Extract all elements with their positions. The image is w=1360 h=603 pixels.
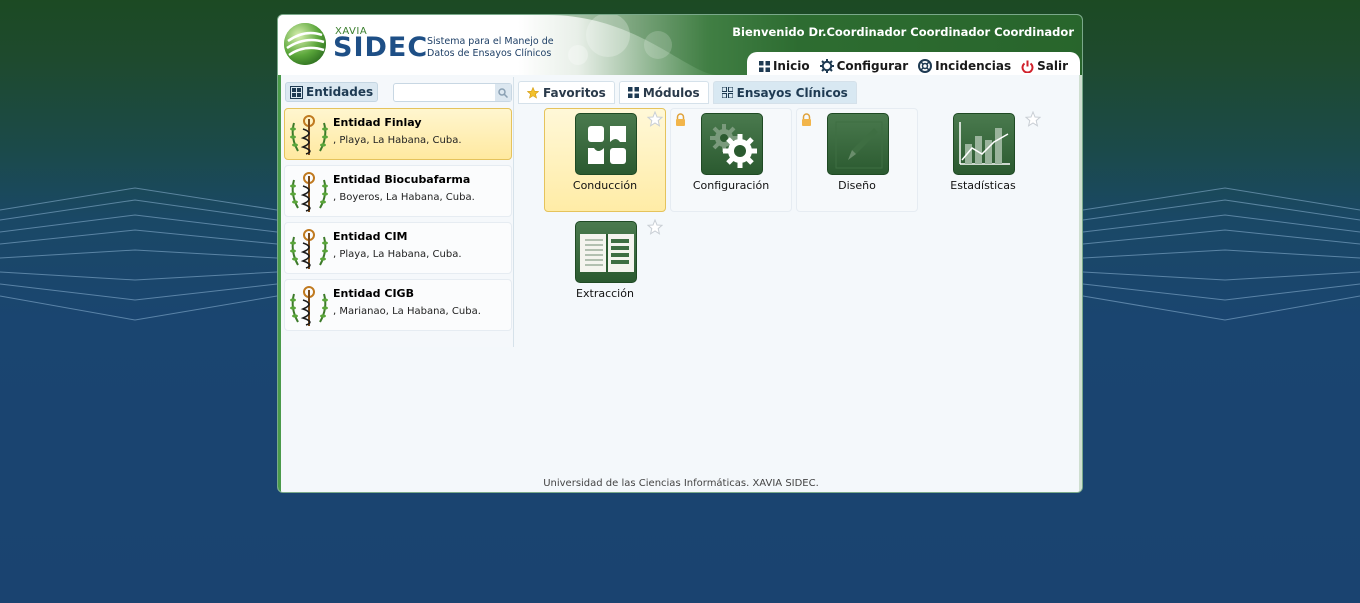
- entity-item-finlay[interactable]: Entidad Finlay , Playa, La Habana, Cuba.: [284, 108, 512, 160]
- tab-entidades[interactable]: Entidades: [285, 82, 379, 102]
- entity-name: Entidad Biocubafarma: [333, 173, 471, 186]
- top-navigation: Inicio Configurar Incidencias Salir: [746, 52, 1080, 76]
- gears-icon: [701, 113, 763, 175]
- module-conduccion[interactable]: Conducción: [544, 108, 666, 212]
- favorite-star-icon[interactable]: [647, 219, 663, 235]
- search-icon: [498, 87, 508, 98]
- nav-incidencias[interactable]: Incidencias: [918, 59, 1011, 73]
- caduceus-icon: [290, 286, 328, 326]
- nav-inicio[interactable]: Inicio: [758, 59, 810, 73]
- main-tabs: Favoritos Módulos Ensayos Clínicos: [518, 81, 857, 104]
- module-label: Diseño: [838, 179, 876, 192]
- module-estadisticas[interactable]: Estadísticas: [922, 108, 1044, 212]
- window-right-border: [1079, 75, 1082, 492]
- nav-incidencias-label: Incidencias: [935, 59, 1012, 73]
- tab-entidades-label: Entidades: [306, 85, 374, 99]
- welcome-message: Bienvenido Dr.Coordinador Coordinador Co…: [732, 25, 1074, 39]
- star-icon: [527, 86, 539, 99]
- tab-favoritos-label: Favoritos: [543, 85, 606, 100]
- search-button[interactable]: [495, 84, 511, 101]
- grid-icon: [758, 60, 770, 72]
- bar-chart-icon: [953, 113, 1015, 175]
- caduceus-icon: [290, 172, 328, 212]
- entity-address: , Playa, La Habana, Cuba.: [333, 135, 462, 146]
- nav-salir-label: Salir: [1037, 59, 1068, 73]
- nav-salir[interactable]: Salir: [1021, 59, 1068, 73]
- lock-icon: [676, 113, 685, 126]
- grid-icon: [627, 87, 639, 98]
- entity-name: Entidad CIGB: [333, 287, 414, 300]
- grid-icon: [721, 87, 733, 98]
- app-window: XAVIA SIDEC Sistema para el Manejo de Da…: [277, 14, 1083, 493]
- entity-search-input[interactable]: [393, 83, 512, 102]
- favorite-star-icon[interactable]: [647, 111, 663, 127]
- header: XAVIA SIDEC Sistema para el Manejo de Da…: [278, 15, 1082, 76]
- module-extraccion[interactable]: Extracción: [544, 216, 666, 320]
- book-icon: [575, 221, 637, 283]
- entity-item-biocubafarma[interactable]: Entidad Biocubafarma , Boyeros, La Haban…: [284, 165, 512, 217]
- pencil-icon: [827, 113, 889, 175]
- module-label: Conducción: [572, 179, 638, 192]
- logo-sidec-text: SIDEC: [333, 32, 429, 63]
- logo-subtitle-line2: Datos de Ensayos Clínicos: [427, 48, 552, 59]
- grid-icon: [290, 85, 303, 99]
- entity-address: , Playa, La Habana, Cuba.: [333, 249, 462, 260]
- sidec-logo-icon: [284, 23, 326, 65]
- footer-text: Universidad de las Ciencias Informáticas…: [543, 478, 819, 489]
- tab-ensayos-clinicos[interactable]: Ensayos Clínicos: [712, 81, 857, 104]
- gear-icon: [819, 59, 834, 73]
- module-label: Extracción: [576, 287, 634, 300]
- module-label: Configuración: [692, 179, 770, 192]
- entity-name: Entidad CIM: [333, 230, 408, 243]
- lifebuoy-icon: [918, 59, 933, 73]
- module-diseno[interactable]: Diseño: [796, 108, 918, 212]
- tab-ensayos-clinicos-label: Ensayos Clínicos: [736, 85, 848, 100]
- tab-modulos-label: Módulos: [642, 85, 700, 100]
- nav-inicio-label: Inicio: [772, 59, 810, 73]
- puzzle-icon: [575, 113, 637, 175]
- logo-subtitle-line1: Sistema para el Manejo de: [427, 36, 554, 47]
- power-icon: [1021, 60, 1034, 73]
- caduceus-icon: [290, 115, 328, 155]
- tab-modulos[interactable]: Módulos: [618, 81, 709, 104]
- logo-subtitle: Sistema para el Manejo de Datos de Ensay…: [427, 36, 557, 60]
- entity-item-cim[interactable]: Entidad CIM , Playa, La Habana, Cuba.: [284, 222, 512, 274]
- favorite-star-icon[interactable]: [1025, 111, 1041, 127]
- module-configuracion[interactable]: Configuración: [670, 108, 792, 212]
- caduceus-icon: [290, 229, 328, 269]
- nav-configurar-label: Configurar: [836, 59, 909, 73]
- entity-name: Entidad Finlay: [333, 116, 422, 129]
- lock-icon: [802, 113, 811, 126]
- module-label: Estadísticas: [950, 179, 1016, 192]
- entity-item-cigb[interactable]: Entidad CIGB , Marianao, La Habana, Cuba…: [284, 279, 512, 331]
- tab-favoritos[interactable]: Favoritos: [518, 81, 615, 104]
- entity-address: , Boyeros, La Habana, Cuba.: [333, 192, 475, 203]
- nav-configurar[interactable]: Configurar: [819, 59, 909, 73]
- entity-address: , Marianao, La Habana, Cuba.: [333, 306, 481, 317]
